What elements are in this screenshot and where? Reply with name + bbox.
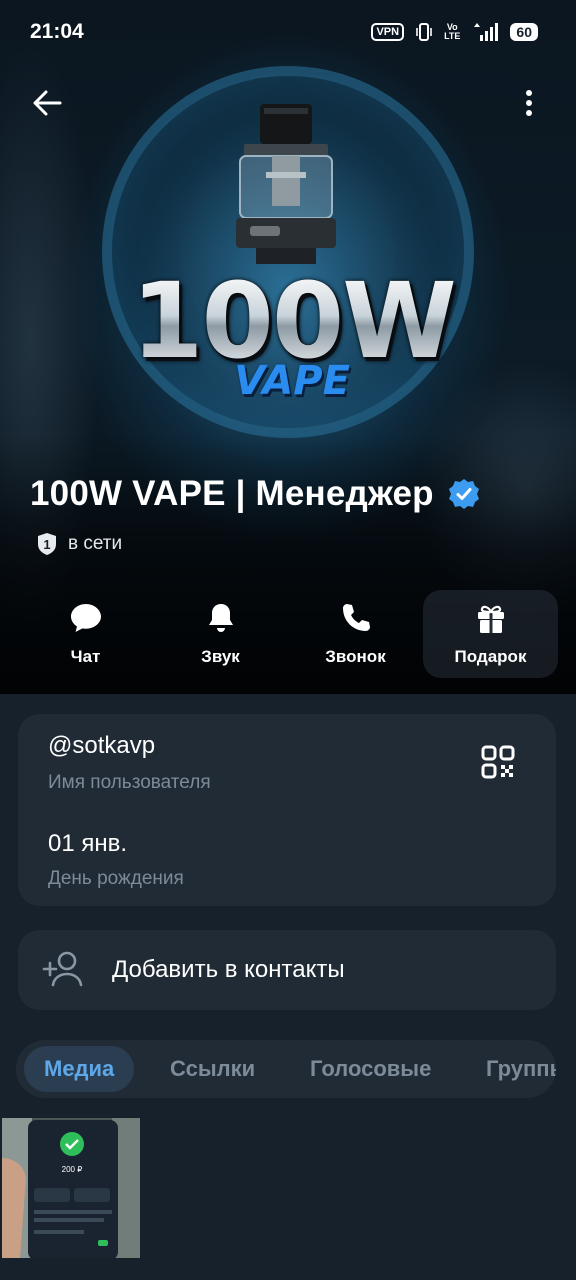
tab-links[interactable]: Ссылки — [170, 1046, 255, 1092]
gift-icon — [477, 605, 504, 633]
svg-text:200 ₽: 200 ₽ — [62, 1165, 83, 1174]
battery-icon: 60 — [510, 23, 538, 41]
verified-badge-icon[interactable] — [448, 478, 480, 510]
call-button[interactable]: Звонок — [288, 590, 423, 678]
rank-shield-icon: 1 — [38, 533, 56, 555]
profile-name: 100W VAPE | Менеджер — [30, 474, 434, 513]
qr-code-icon[interactable] — [480, 744, 516, 780]
add-user-icon — [42, 951, 83, 987]
birthday-label: День рождения — [48, 868, 184, 889]
status-bar: 21:04 VPN Vo LTE 60 — [0, 0, 576, 64]
sound-button[interactable]: Звук — [153, 590, 288, 678]
status-icons: VPN Vo LTE 60 — [371, 22, 538, 42]
bell-icon — [208, 604, 233, 632]
online-status-row: 1 в сети — [36, 532, 122, 556]
profile-name-row: 100W VAPE | Менеджер — [30, 474, 480, 514]
tab-voice[interactable]: Голосовые — [310, 1046, 431, 1092]
vape-tank-image — [236, 104, 336, 264]
tab-media[interactable]: Медиа — [24, 1046, 135, 1092]
media-thumbnail[interactable]: 200 ₽ — [2, 1118, 140, 1258]
online-status: в сети — [68, 533, 123, 554]
birthday-value: 01 янв. — [48, 830, 128, 857]
svg-text:1: 1 — [43, 537, 50, 552]
vibrate-icon — [416, 23, 432, 41]
username-value[interactable]: @sotkavp — [48, 732, 155, 760]
more-vertical-icon — [526, 90, 532, 116]
signal-icon — [474, 23, 499, 41]
vpn-icon: VPN — [371, 23, 405, 41]
chat-bubble-icon — [70, 604, 101, 632]
phone-icon — [342, 604, 370, 631]
volte-icon: Vo LTE — [444, 22, 461, 41]
clock: 21:04 — [30, 20, 84, 43]
tab-groups[interactable]: Группы — [486, 1046, 556, 1092]
gift-button[interactable]: Подарок — [423, 590, 558, 678]
logo-sub-text: VAPE — [234, 358, 350, 404]
profile-actions: Чат Звук Звонок Подарок — [18, 590, 558, 678]
chat-button[interactable]: Чат — [18, 590, 153, 678]
add-contact-label: Добавить в контакты — [112, 956, 345, 983]
info-card: @sotkavp Имя пользователя 01 янв. День р… — [18, 714, 556, 906]
add-contact-button[interactable]: Добавить в контакты — [18, 930, 556, 1010]
media-photo: 200 ₽ — [2, 1118, 140, 1258]
arrow-left-icon — [33, 90, 62, 116]
more-options-button[interactable] — [512, 84, 546, 122]
media-tabs: Медиа Ссылки Голосовые Группы — [16, 1040, 556, 1098]
username-label: Имя пользователя — [48, 772, 211, 793]
back-button[interactable] — [28, 84, 66, 122]
